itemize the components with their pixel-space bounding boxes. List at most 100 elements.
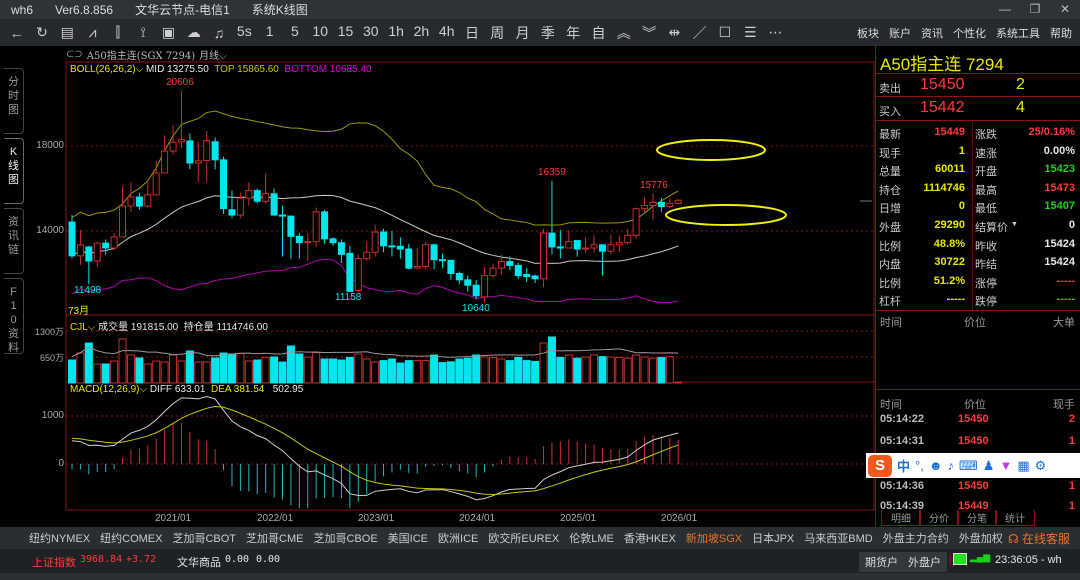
foreign-account-button[interactable]: 外盘户 [902,552,947,572]
ask-row[interactable]: 卖出 15450 2 [876,73,1080,97]
detail-tab[interactable]: 明细 [881,510,921,526]
kline-chart[interactable] [0,0,875,528]
clock: 23:36:05 - wh [995,554,1062,566]
exchange-tab[interactable]: 欧洲ICE [438,530,478,546]
candle [624,228,632,245]
boll-label[interactable]: BOLL(26,26,2) [70,64,136,75]
boll-top: TOP 15865.60 [214,64,279,75]
candle [380,228,388,253]
tick-price: 15450 [958,480,989,492]
candle [430,243,438,270]
candle [270,188,278,217]
emoji-icon[interactable]: ☻ [929,458,943,473]
minimize-button[interactable]: — [990,0,1020,19]
exchange-tab[interactable]: 外盘加权 [959,530,1003,546]
exchange-tab[interactable]: 欧交所EUREX [488,530,559,546]
exchange-tab[interactable]: 芝加哥CBOE [313,530,377,546]
high-label: 16359 [538,167,566,178]
wh-index-name[interactable]: 文华商品 [177,554,221,570]
apps-grid-icon[interactable]: ▦ [1017,458,1029,474]
candle [304,233,312,261]
stat-label: 比例 [879,277,901,290]
volume-bar [76,352,85,384]
candle [144,182,152,208]
dropdown-icon[interactable]: ▼ [1011,221,1018,228]
menu-item[interactable]: 帮助 [1050,25,1072,41]
keyboard-icon[interactable]: ⌨ [959,458,978,474]
exchange-tab[interactable]: 日本JPX [752,530,794,546]
candle [93,241,101,268]
drawn-ellipse [656,139,766,161]
exchange-tab[interactable]: 芝加哥CBOT [172,530,236,546]
exchange-tab[interactable]: 纽约NYMEX [29,530,90,546]
skin-icon[interactable]: ▼ [999,458,1012,473]
user-icon[interactable]: ♟ [983,458,995,474]
cjl-label[interactable]: CJL [70,322,88,333]
candle [76,229,84,265]
candle [666,198,674,209]
volume-bar [665,356,674,384]
volume-bar [396,362,405,384]
x-tick-label: 2023/01 [358,513,395,524]
detail-tab[interactable]: 分价 [919,510,959,526]
menu-item[interactable]: 个性化 [953,25,986,41]
macd-label[interactable]: MACD(12,26,9) [70,384,139,395]
volume-bar [135,357,144,384]
exchange-tab[interactable]: 伦敦LME [569,530,614,546]
tick-qty: 2 [1068,413,1075,425]
bid-row[interactable]: 买入 15442 4 [876,97,1080,121]
candle [371,224,379,257]
stat-label: 比例 [879,240,901,253]
exchange-tab[interactable]: 外盘主力合约 [883,530,949,546]
candle [279,205,286,257]
exchange-tab-label: 新加坡SGX [685,533,743,545]
exchange-tab[interactable]: 芝加哥CME [246,530,303,546]
exchange-tab[interactable]: 马来西亚BMD [804,530,872,546]
volume-tick: 1300万 [34,327,64,337]
menu-item[interactable]: 系统工具 [996,25,1040,41]
maximize-button[interactable]: ❐ [1020,0,1050,19]
exchange-tab[interactable]: 纽约COMEX [100,530,162,546]
close-button[interactable]: ✕ [1050,0,1080,19]
stat-value: 0 [1068,219,1075,231]
col-header: 现手 [1053,399,1075,411]
detail-tab[interactable]: 分笔 [957,510,997,526]
volume-bar [152,360,161,384]
punctuation-icon[interactable]: °, [915,458,924,473]
index-name[interactable]: 上证指数 [32,554,76,570]
volume-bar [590,354,599,384]
microphone-icon[interactable]: ♪ [948,458,955,473]
macd-value: 502.95 [272,384,304,395]
candle [413,247,421,270]
candle [674,199,682,204]
menu-item[interactable]: 账户 [889,25,911,41]
stat-label: 内盘 [879,259,901,272]
stat-value: 15449 [934,126,965,138]
settings-icon[interactable]: ⚙ [1035,458,1047,474]
menu-item[interactable]: 资讯 [921,25,943,41]
volume-bar [211,357,220,384]
boll-legend: BOLL(26,26,2)⌵ MID 13275.50 TOP 15865.60… [70,64,372,75]
col-header: 时间 [880,317,902,329]
exchange-tab[interactable]: 香港HKEX [624,530,676,546]
candle [632,207,640,239]
volume-bar [371,361,380,384]
volume-bar [270,356,279,384]
exchange-tab-active[interactable]: 新加坡SGX [681,530,747,551]
stat-value: 15407 [1044,200,1075,213]
exchange-tab[interactable]: 美国ICE [388,530,428,546]
sogou-logo-icon[interactable]: S [868,454,892,477]
volume-bar [648,357,657,384]
stat-label: 总量 [879,166,901,179]
diff-line [71,396,679,501]
ime-lang-toggle[interactable]: 中 [897,456,910,475]
candle [438,253,446,269]
stat-label[interactable]: 结算价 [975,219,1008,235]
online-service-button[interactable]: ☊ 在线客服 [1008,530,1070,547]
futures-account-button[interactable]: 期货户 [859,552,904,572]
candle [447,259,455,280]
stat-row: 总量 60011 开盘 15423 [876,161,1080,179]
volume-bar [430,354,439,384]
detail-tab[interactable]: 统计 [995,510,1035,526]
exchange-tabs: 纽约NYMEX 纽约COMEX 芝加哥CBOT 芝加哥CME 芝加哥CBOE 美国ICE 欧… [0,527,1080,551]
